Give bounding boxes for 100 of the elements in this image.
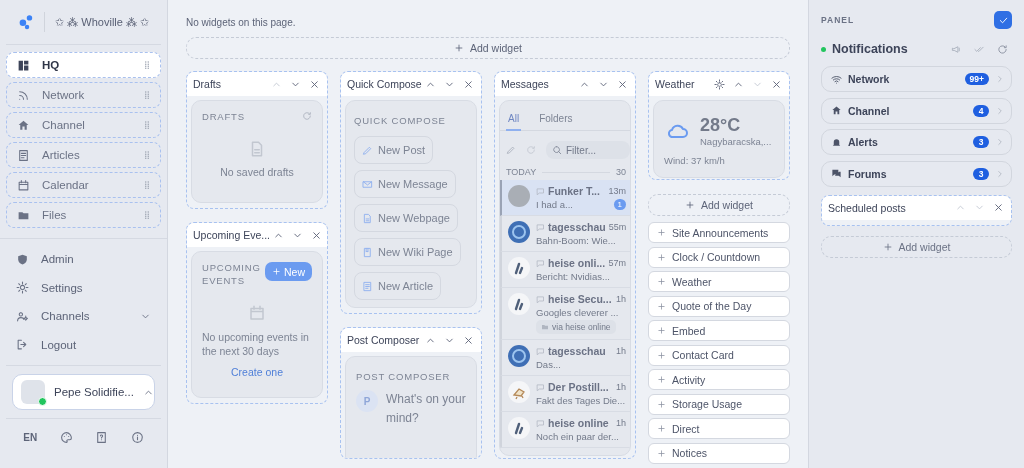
pencil-icon	[362, 144, 373, 156]
filter-field[interactable]: Filter...	[546, 141, 630, 159]
chat-bubble-icon	[536, 258, 545, 268]
chevron-right-icon	[995, 168, 1005, 179]
widget-option[interactable]: Storage Usage	[648, 393, 790, 415]
sender-name: Funker T...	[548, 185, 601, 197]
nav-item[interactable]: Calendar	[6, 172, 161, 198]
widget-option[interactable]: Notices	[648, 442, 790, 464]
compose-button[interactable]: New Post	[354, 136, 434, 164]
message-row[interactable]: tagesschau 1h Das...	[500, 340, 630, 376]
compose-button[interactable]: New Message	[354, 170, 456, 198]
menu-item[interactable]: Admin	[6, 245, 161, 274]
widget-title: Post Composer	[347, 334, 421, 346]
post-input-field[interactable]: What's on your mind?	[386, 390, 466, 429]
compose-button[interactable]: New Webpage	[354, 204, 458, 232]
message-time: 13m	[608, 186, 626, 196]
help-icon[interactable]	[95, 431, 109, 444]
tab[interactable]: Folders	[537, 109, 575, 131]
widget-option[interactable]: Clock / Countdown	[648, 246, 790, 268]
section-label: TODAY	[506, 167, 537, 177]
drag-handle-icon[interactable]	[142, 150, 152, 160]
refresh-icon[interactable]	[302, 111, 312, 121]
tab[interactable]: All	[506, 109, 522, 131]
notification-item[interactable]: Network 99+	[821, 66, 1012, 92]
sender-name: heise onli...	[548, 257, 606, 269]
refresh-icon[interactable]	[997, 43, 1008, 55]
book-icon	[362, 246, 373, 258]
widget-title: Upcoming Eve...	[193, 229, 271, 241]
palette-icon[interactable]	[59, 431, 73, 444]
widget-option[interactable]: Activity	[648, 369, 790, 390]
message-row[interactable]: Funker T... 13m I had a... 1	[500, 180, 630, 216]
unread-count: 1	[613, 199, 626, 210]
widget-option[interactable]: Quote of the Day	[648, 295, 790, 317]
location: Nagybaracska,...	[700, 136, 772, 147]
plus-icon	[657, 326, 666, 335]
nav-item[interactable]: HQ	[6, 52, 161, 78]
settings-button[interactable]	[711, 76, 728, 92]
drag-handle-icon[interactable]	[142, 60, 152, 70]
refresh-icon[interactable]	[526, 145, 536, 155]
message-preview: I had a...	[536, 199, 573, 210]
wifi-icon	[831, 73, 842, 85]
temperature: 28°C	[700, 115, 742, 136]
wind-speed: Wind: 37 km/h	[664, 155, 726, 166]
message-time: 57m	[608, 258, 626, 268]
user-card[interactable]: Pepe Solidifie...	[12, 374, 155, 410]
chat-bubble-icon	[536, 222, 545, 232]
message-row[interactable]: tagesschau 55m Bahn-Boom: Wie...	[500, 216, 630, 252]
notification-item[interactable]: Channel 4	[821, 97, 1012, 124]
menu-item[interactable]: Logout	[6, 330, 161, 359]
logout-icon	[16, 338, 29, 352]
drag-handle-icon[interactable]	[142, 180, 152, 190]
close-icon	[463, 334, 474, 346]
pencil-icon[interactable]	[506, 145, 516, 155]
section-heading: DRAFTS	[202, 111, 245, 122]
nav-item[interactable]: Files	[6, 202, 161, 228]
new-event-button[interactable]: New	[265, 262, 312, 281]
nav-item[interactable]: Articles	[6, 142, 161, 168]
message-time: 1h	[616, 418, 626, 428]
slash-mark-avatar-icon	[508, 257, 530, 279]
message-row[interactable]: heise Secu... 1h Googles cleverer ... via heise online	[500, 288, 630, 340]
shield-icon	[16, 252, 29, 266]
drag-handle-icon[interactable]	[142, 90, 152, 100]
create-link[interactable]: Create one	[231, 365, 283, 378]
plus-icon	[657, 448, 666, 458]
notification-item[interactable]: Forums 3	[821, 160, 1012, 187]
widget-title: Quick Compose	[347, 78, 422, 90]
site-name: ✩ ⁂ Whoville ⁂ ✩	[55, 15, 149, 29]
article-icon	[362, 280, 373, 292]
menu-item[interactable]: Channels	[6, 302, 161, 331]
count-badge: 99+	[964, 73, 989, 85]
message-preview: Bahn-Boom: Wie...	[536, 235, 616, 246]
widget-option[interactable]: Contact Card	[648, 344, 790, 366]
edit-checkbox[interactable]	[994, 11, 1012, 29]
drag-handle-icon[interactable]	[142, 210, 152, 220]
language-button[interactable]: EN	[23, 432, 38, 443]
nav-item[interactable]: Channel	[6, 112, 161, 138]
compose-button[interactable]: New Wiki Page	[354, 238, 461, 266]
menu-item[interactable]: Settings	[6, 273, 161, 302]
notification-item[interactable]: Alerts 3	[821, 129, 1012, 155]
message-preview: Noch ein paar der...	[536, 431, 619, 442]
app-logo[interactable]	[18, 12, 35, 32]
widget-option[interactable]: Site Announcements	[648, 222, 790, 243]
widget-option[interactable]: Embed	[648, 320, 790, 341]
message-row[interactable]: Der Postill... 1h Fakt des Tages Die...	[500, 376, 630, 412]
megaphone-icon[interactable]	[951, 43, 962, 55]
message-preview: Googles cleverer ...	[536, 307, 619, 318]
widget-option[interactable]: Direct	[648, 418, 790, 439]
drag-handle-icon[interactable]	[142, 120, 152, 130]
sender-name: tagesschau	[548, 221, 606, 233]
message-row[interactable]: heise online 1h Noch ein paar der...	[500, 412, 630, 448]
plus-icon	[657, 228, 666, 237]
widget-option[interactable]: Weather	[648, 271, 790, 292]
compose-button[interactable]: New Article	[354, 272, 442, 300]
plus-icon	[657, 252, 666, 262]
plus-icon	[882, 241, 893, 252]
info-icon[interactable]	[130, 431, 144, 444]
nav-item[interactable]: Network	[6, 82, 161, 108]
close-icon	[309, 78, 320, 90]
message-row[interactable]: heise onli... 57m Bericht: Nvidias...	[500, 252, 630, 288]
slash-mark-avatar-icon	[508, 293, 530, 315]
